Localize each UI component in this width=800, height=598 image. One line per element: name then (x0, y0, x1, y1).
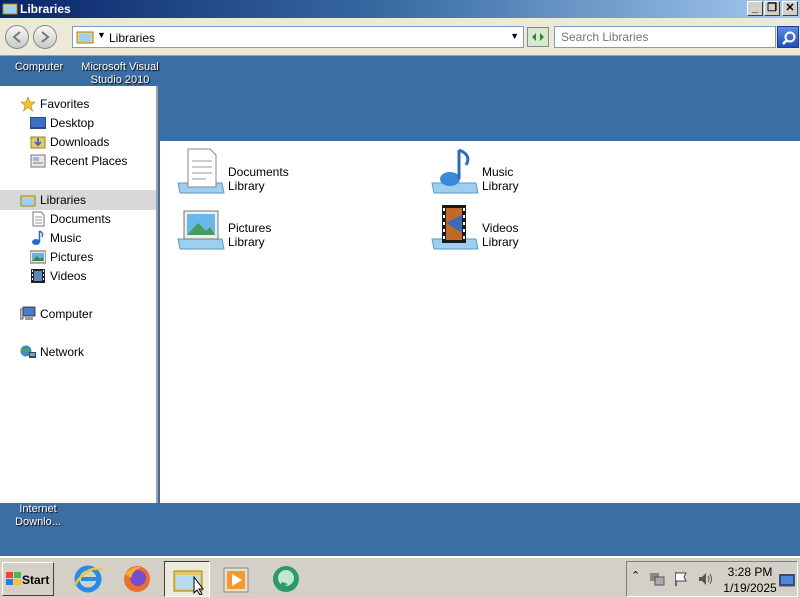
show-desktop-icon[interactable] (779, 574, 795, 588)
internet-explorer-icon (72, 565, 103, 593)
start-button[interactable]: Start (2, 562, 54, 596)
explorer-window: Libraries _ ❐ ✕ ▼ Libraries ▼ (0, 0, 800, 68)
nav-item-music-label: Music (50, 231, 82, 245)
pictures-library-icon (177, 210, 225, 250)
nav-libraries-label: Libraries (40, 193, 87, 207)
nav-favorites-label: Favorites (40, 97, 90, 111)
taskbar-firefox[interactable] (114, 561, 160, 597)
library-music-name: Music (482, 165, 514, 179)
back-arrow-icon (12, 31, 21, 43)
documents-library-icon (177, 148, 225, 194)
library-documents-type: Library (228, 179, 265, 193)
refresh-icon (532, 33, 544, 41)
address-bar[interactable]: ▼ Libraries ▼ (72, 26, 524, 48)
refresh-button[interactable] (527, 27, 549, 47)
nav-item-documents-label: Documents (50, 212, 111, 226)
window-title: Libraries (20, 2, 71, 16)
toolbar: ▼ Libraries ▼ (0, 18, 800, 56)
library-music-label: Music Library (482, 165, 519, 193)
volume-icon[interactable] (697, 571, 713, 587)
restore-button[interactable]: ❐ (764, 1, 780, 16)
videos-library-icon (431, 205, 479, 250)
nav-item-downloads-label: Downloads (50, 135, 110, 149)
search-input[interactable] (561, 28, 761, 46)
libraries-icon (20, 195, 36, 207)
pictures-icon (30, 250, 46, 264)
windows-explorer-icon (173, 570, 204, 595)
nav-item-recent-places-label: Recent Places (50, 154, 128, 168)
media-player-icon (223, 567, 249, 593)
show-hidden-icons-icon[interactable]: ⌃ (631, 569, 640, 582)
content-header-area (160, 86, 800, 141)
videos-icon (31, 269, 45, 283)
title-bar[interactable]: Libraries _ ❐ ✕ (0, 0, 800, 18)
star-icon (20, 96, 36, 112)
library-documents-label: Documents Library (228, 165, 289, 193)
chat-app-icon (273, 566, 299, 592)
search-box[interactable] (554, 26, 776, 48)
close-button[interactable]: ✕ (782, 1, 798, 16)
firefox-icon (124, 566, 150, 592)
nav-item-videos-label: Videos (50, 269, 87, 283)
library-videos-name: Videos (482, 221, 519, 235)
back-button[interactable] (5, 25, 29, 49)
clock-time[interactable]: 3:28 PM (723, 565, 777, 579)
library-pictures-type: Library (228, 235, 265, 249)
network-status-icon[interactable] (649, 571, 665, 587)
taskbar: Start ⌃ 3:28 PM 1/19/2025 (0, 556, 800, 598)
computer-icon (20, 306, 36, 320)
taskbar-media-player[interactable] (213, 561, 259, 597)
forward-button[interactable] (33, 25, 57, 49)
breadcrumb[interactable]: Libraries (109, 31, 155, 45)
action-center-flag-icon[interactable] (673, 571, 689, 587)
music-icon (32, 230, 44, 245)
forward-arrow-icon (41, 31, 50, 43)
system-tray: ⌃ 3:28 PM 1/19/2025 (626, 561, 798, 597)
library-documents-name: Documents (228, 165, 289, 179)
taskbar-windows-explorer[interactable] (164, 561, 210, 597)
libraries-icon (2, 3, 18, 15)
nav-computer-label: Computer (40, 307, 93, 321)
library-videos-label: Videos Library (482, 221, 519, 249)
nav-item-pictures-label: Pictures (50, 250, 94, 264)
downloads-folder-icon (30, 136, 46, 149)
clock-date[interactable]: 1/19/2025 (721, 581, 779, 595)
music-library-icon (431, 148, 479, 194)
library-pictures-label: Pictures Library (228, 221, 271, 249)
recent-places-icon (30, 154, 46, 168)
minimize-button[interactable]: _ (747, 1, 763, 16)
libraries-icon (76, 31, 94, 44)
libraries-view: Documents Library Music Library Pictures Li… (160, 141, 800, 503)
library-pictures-name: Pictures (228, 221, 272, 235)
navigation-pane: Favorites Desktop Downloads Recent Place… (0, 86, 158, 503)
search-button[interactable] (777, 26, 799, 48)
taskbar-chat-app[interactable] (263, 561, 309, 597)
desktop-icon (30, 117, 46, 129)
windows-logo-icon (6, 572, 21, 585)
search-icon (782, 31, 796, 45)
taskbar-internet-explorer[interactable] (65, 561, 111, 597)
breadcrumb-arrow-icon[interactable]: ▼ (97, 30, 106, 40)
start-label: Start (22, 573, 50, 587)
network-icon (20, 345, 36, 358)
nav-item-desktop-label: Desktop (50, 116, 95, 130)
address-dropdown-icon[interactable]: ▼ (510, 31, 519, 41)
documents-icon (32, 211, 45, 227)
desktop-icon-internet-download-label[interactable]: Internet Downlo... (6, 503, 70, 529)
library-music-type: Library (482, 179, 519, 193)
nav-network-label: Network (40, 345, 85, 359)
library-videos-type: Library (482, 235, 519, 249)
